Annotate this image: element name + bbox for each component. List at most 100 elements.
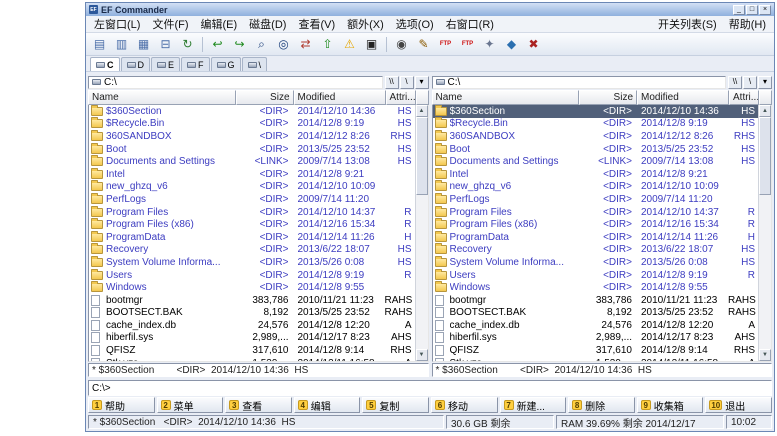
- toolbar-button-exit[interactable]: ✖: [523, 35, 544, 54]
- file-row[interactable]: new_ghzq_v6 <DIR> 2014/12/10 10:09: [433, 180, 759, 194]
- file-row[interactable]: Stk.vzs1,539,...2014/12/11 16:58A: [433, 357, 759, 361]
- file-row[interactable]: Recovery <DIR> 2013/6/22 18:07 HS: [433, 243, 759, 257]
- drive-tab-f[interactable]: F: [181, 57, 210, 71]
- column-header-size[interactable]: Size: [235, 90, 294, 105]
- file-row[interactable]: Users <DIR> 2014/12/8 9:19 R: [89, 268, 415, 282]
- file-row[interactable]: QFISZ 317,610 2014/12/8 9:14 RHS: [89, 344, 415, 357]
- toolbar-button-console[interactable]: ▣: [361, 35, 382, 54]
- file-row[interactable]: Boot <DIR> 2013/5/25 23:52 HS: [433, 142, 759, 156]
- file-row[interactable]: Users <DIR> 2014/12/8 9:19 R: [433, 268, 759, 282]
- fkey-7[interactable]: 7 新建...: [499, 397, 567, 413]
- toolbar-button-back[interactable]: ↩: [207, 35, 228, 54]
- column-header-size[interactable]: Size: [579, 90, 637, 105]
- file-row[interactable]: Program Files <DIR> 2014/12/10 14:37 R: [433, 205, 759, 219]
- file-row[interactable]: Intel <DIR> 2014/12/8 9:21: [89, 167, 415, 181]
- column-header-modified[interactable]: Modified: [637, 90, 729, 105]
- menu-item[interactable]: 开关列表(S): [652, 15, 723, 33]
- scrollbar-track[interactable]: [416, 195, 428, 349]
- menu-item[interactable]: 选项(O): [390, 15, 440, 33]
- scroll-down-icon[interactable]: ▼: [415, 349, 428, 361]
- file-row[interactable]: Program Files (x86) <DIR> 2014/12/16 15:34…: [433, 218, 759, 231]
- toolbar-button-warning[interactable]: ⚠: [339, 35, 360, 54]
- path-display[interactable]: C:\: [431, 75, 726, 89]
- toolbar-button-shield[interactable]: ◆: [501, 35, 522, 54]
- toolbar-button-folder-tree[interactable]: ⊟: [155, 35, 176, 54]
- maximize-button[interactable]: □: [746, 4, 758, 15]
- scrollbar-thumb[interactable]: [415, 117, 428, 195]
- toolbar-button-forward[interactable]: ↪: [229, 35, 250, 54]
- file-row[interactable]: bootmgr 383,786 2010/11/21 11:23 RAHS: [433, 294, 759, 307]
- file-row[interactable]: hiberfil.sys 2,989,... 2014/12/17 8:23 AHS: [433, 332, 759, 345]
- menu-item[interactable]: 帮助(H): [723, 15, 772, 33]
- close-button[interactable]: ×: [759, 4, 771, 15]
- menu-item[interactable]: 磁盘(D): [243, 15, 292, 33]
- column-header-name[interactable]: Name: [431, 90, 579, 105]
- menu-item[interactable]: 文件(F): [146, 15, 194, 33]
- file-row[interactable]: ProgramData <DIR> 2014/12/14 11:26 H: [433, 230, 759, 244]
- toolbar-button-view-file[interactable]: ◉: [391, 35, 412, 54]
- scrollbar-track[interactable]: [759, 195, 771, 349]
- path-button-1[interactable]: \: [399, 75, 414, 89]
- file-row[interactable]: cache_index.db 24,576 2014/12/8 12:20 A: [433, 319, 759, 332]
- file-row[interactable]: BOOTSECT.BAK 8,192 2013/5/25 23:52 RAHS: [89, 307, 415, 320]
- file-row[interactable]: $Recycle.Bin <DIR> 2014/12/8 9:19 HS: [433, 117, 759, 131]
- toolbar-button-ftp-connect[interactable]: FTP: [435, 35, 456, 54]
- column-header-name[interactable]: Name: [88, 90, 236, 105]
- file-row[interactable]: hiberfil.sys 2,989,... 2014/12/17 8:23 AHS: [89, 332, 415, 345]
- path-button-0[interactable]: \\: [728, 75, 742, 89]
- path-button-1[interactable]: \: [743, 75, 757, 89]
- path-button-2[interactable]: ▾: [414, 75, 429, 89]
- fkey-4[interactable]: 4 编辑: [293, 397, 361, 413]
- drive-tab-g[interactable]: G: [210, 57, 241, 71]
- command-input[interactable]: [112, 382, 768, 394]
- file-row[interactable]: BOOTSECT.BAK 8,192 2013/5/25 23:52 RAHS: [433, 307, 759, 320]
- toolbar-button-search[interactable]: ⌕: [251, 35, 272, 54]
- fkey-9[interactable]: 9 收集箱: [636, 397, 704, 413]
- column-header-modified[interactable]: Modified: [293, 90, 386, 105]
- column-header-attr[interactable]: Attri...: [385, 90, 416, 105]
- scroll-down-icon[interactable]: ▼: [759, 349, 771, 361]
- fkey-10[interactable]: 10 退出: [705, 397, 772, 413]
- file-row[interactable]: PerfLogs <DIR> 2009/7/14 11:20: [89, 192, 415, 206]
- menu-item[interactable]: 查看(V): [292, 15, 341, 33]
- file-row[interactable]: 360SANDBOX <DIR> 2014/12/12 8:26 RHS: [433, 129, 759, 143]
- toolbar-button-sync-dirs[interactable]: ⇄: [295, 35, 316, 54]
- toolbar-button-ftp-new[interactable]: FTP: [457, 35, 478, 54]
- file-row[interactable]: 360SANDBOX <DIR> 2014/12/12 8:26 RHS: [89, 129, 415, 143]
- drive-tab-c[interactable]: C: [90, 57, 120, 71]
- toolbar-button-layout-split[interactable]: ▥: [111, 35, 132, 54]
- file-row[interactable]: QFISZ 317,610 2014/12/8 9:14 RHS: [433, 344, 759, 357]
- fkey-2[interactable]: 2 菜单: [156, 397, 224, 413]
- toolbar-button-up-dir[interactable]: ⇧: [317, 35, 338, 54]
- file-row[interactable]: bootmgr 383,786 2010/11/21 11:23 RAHS: [89, 294, 415, 307]
- file-row[interactable]: Recovery <DIR> 2013/6/22 18:07 HS: [89, 243, 415, 257]
- fkey-3[interactable]: 3 查看: [225, 397, 292, 413]
- file-row[interactable]: Boot <DIR> 2013/5/25 23:52 HS: [89, 142, 415, 156]
- file-row[interactable]: System Volume Informa... <DIR> 2013/5/26 0…: [433, 255, 759, 269]
- file-row[interactable]: Program Files (x86) <DIR> 2014/12/16 15:34…: [89, 218, 415, 231]
- file-row[interactable]: Program Files <DIR> 2014/12/10 14:37 R: [89, 205, 415, 219]
- file-row[interactable]: new_ghzq_v6 <DIR> 2014/12/10 10:09: [89, 180, 415, 194]
- vertical-scrollbar[interactable]: ▲ ▼: [414, 105, 428, 361]
- scroll-up-icon[interactable]: ▲: [759, 105, 771, 117]
- file-row[interactable]: cache_index.db 24,576 2014/12/8 12:20 A: [89, 319, 415, 332]
- vertical-scrollbar[interactable]: ▲ ▼: [758, 105, 771, 361]
- scroll-up-icon[interactable]: ▲: [415, 105, 428, 117]
- minimize-button[interactable]: _: [733, 4, 745, 15]
- file-row[interactable]: PerfLogs <DIR> 2009/7/14 11:20: [433, 192, 759, 206]
- scrollbar-thumb[interactable]: [759, 117, 771, 195]
- fkey-6[interactable]: 6 移动: [430, 397, 498, 413]
- fkey-8[interactable]: 8 删除: [568, 397, 635, 413]
- menu-item[interactable]: 左窗口(L): [88, 15, 146, 33]
- file-row[interactable]: Documents and Settings <LINK> 2009/7/14 13…: [433, 155, 759, 168]
- menu-item[interactable]: 编辑(E): [195, 15, 244, 33]
- column-header-attr[interactable]: Attri...: [729, 90, 759, 105]
- file-row[interactable]: System Volume Informa... <DIR> 2013/5/26 0…: [89, 255, 415, 269]
- drive-tab-d[interactable]: D: [120, 57, 150, 71]
- drive-tab-e[interactable]: E: [151, 57, 181, 71]
- file-row[interactable]: $360Section <DIR> 2014/12/10 14:36 HS: [432, 105, 758, 118]
- toolbar-button-quick-find[interactable]: ◎: [273, 35, 294, 54]
- file-row[interactable]: Windows <DIR> 2014/12/8 9:55: [433, 281, 759, 294]
- file-row[interactable]: Intel <DIR> 2014/12/8 9:21: [433, 167, 759, 181]
- drive-tab-root[interactable]: \: [241, 57, 268, 71]
